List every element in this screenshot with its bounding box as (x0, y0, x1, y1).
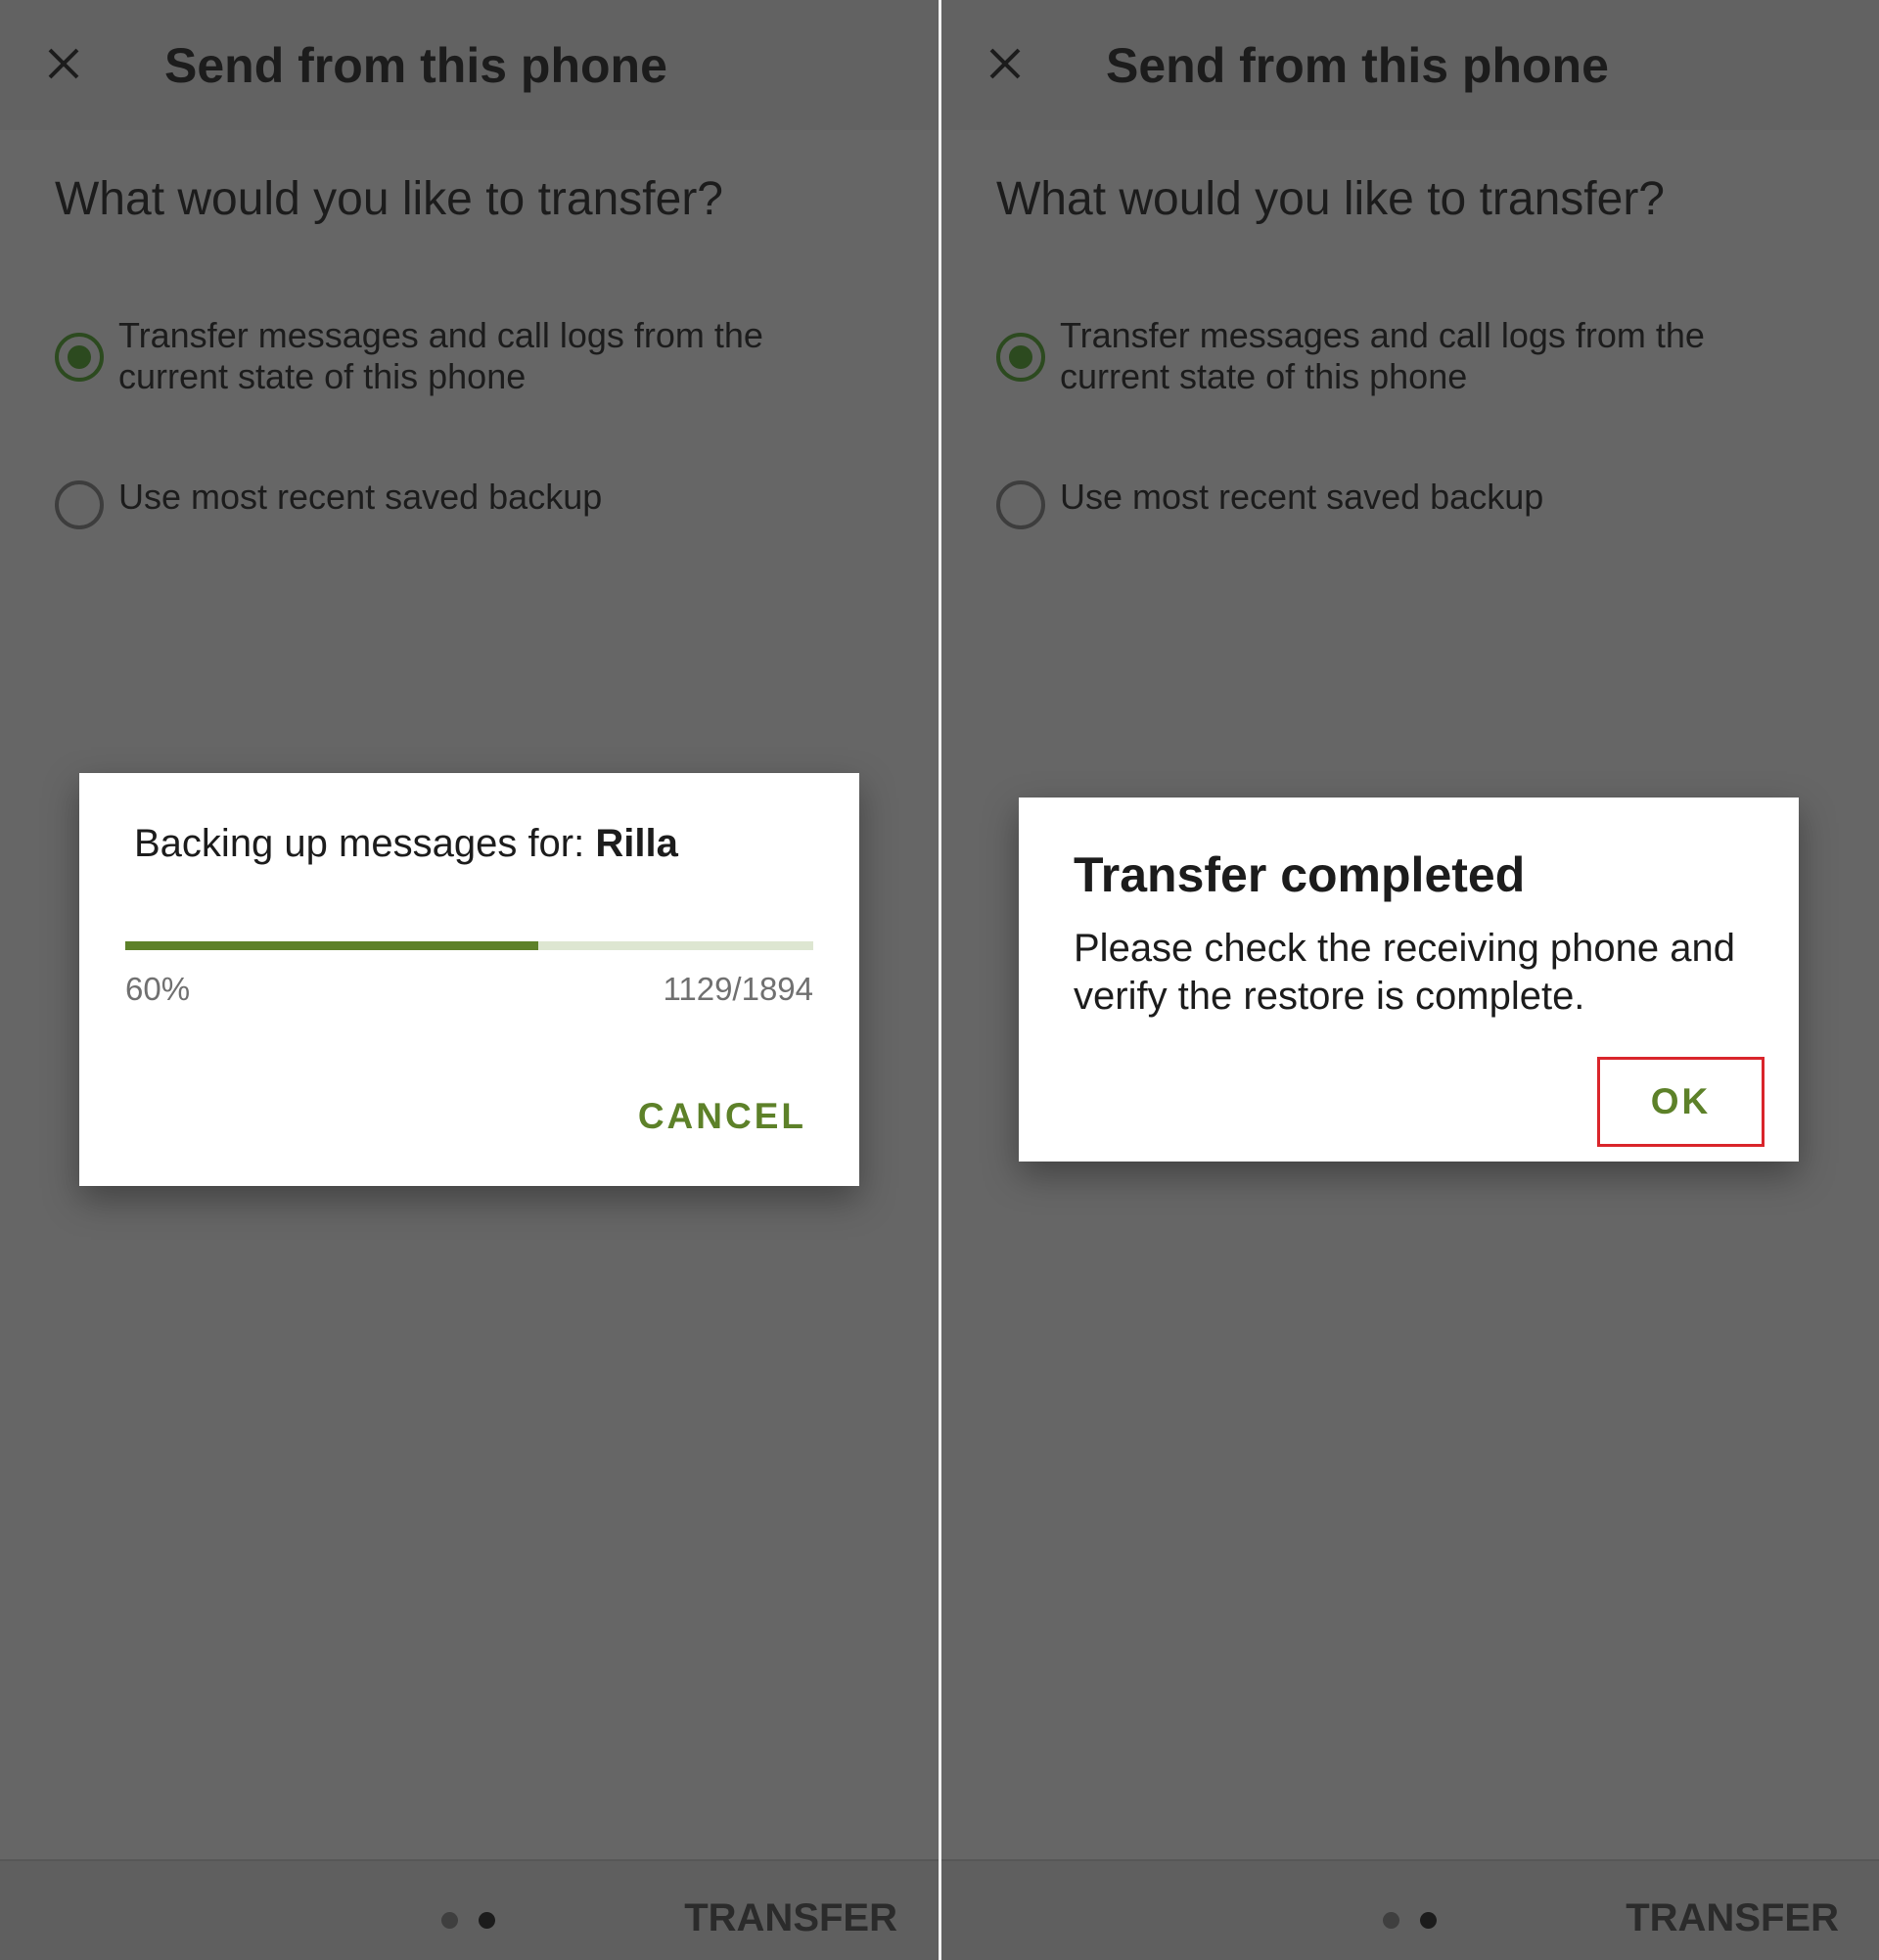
backup-progress-dialog: Backing up messages for: Rilla 60% 1129/… (79, 773, 859, 1186)
bottom-bar: TRANSFER (941, 1859, 1879, 1960)
transfer-question: What would you like to transfer? (55, 173, 723, 225)
page-indicator-dot (441, 1912, 458, 1929)
bottom-bar: TRANSFER (0, 1859, 939, 1960)
ok-button[interactable]: OK (1597, 1057, 1764, 1147)
transfer-question: What would you like to transfer? (996, 173, 1665, 225)
progress-percent: 60% (125, 971, 191, 1007)
transfer-button[interactable]: TRANSFER (1626, 1896, 1839, 1940)
close-icon[interactable] (979, 37, 1031, 90)
page-indicator-dot-active (479, 1912, 495, 1929)
progress-count: 1129/1894 (663, 971, 813, 1007)
close-icon[interactable] (37, 37, 90, 90)
option-label: Transfer messages and call logs from the… (1060, 315, 1705, 396)
page-title: Send from this phone (1106, 38, 1609, 93)
progress-bar-fill (125, 941, 538, 950)
option-label: Use most recent saved backup (1060, 477, 1544, 517)
option-label: Use most recent saved backup (118, 477, 603, 517)
radio-unselected-icon[interactable] (55, 480, 104, 529)
transfer-button[interactable]: TRANSFER (684, 1896, 897, 1940)
radio-unselected-icon[interactable] (996, 480, 1045, 529)
option-saved-backup[interactable]: Use most recent saved backup (996, 477, 1764, 529)
option-saved-backup[interactable]: Use most recent saved backup (55, 477, 823, 529)
cancel-button[interactable]: CANCEL (638, 1096, 806, 1137)
page-indicator-dot-active (1420, 1912, 1437, 1929)
app-bar: Send from this phone (0, 0, 939, 130)
message-prefix: Backing up messages for: (134, 822, 596, 865)
progress-message: Backing up messages for: Rilla (134, 822, 678, 866)
option-current-state[interactable]: Transfer messages and call logs from the… (55, 315, 823, 397)
progress-bar (125, 941, 813, 950)
page-indicator-dot (1383, 1912, 1399, 1929)
option-label: Transfer messages and call logs from the… (118, 315, 763, 396)
screen-backing-up: Send from this phone What would you like… (0, 0, 939, 1960)
dialog-body: Please check the receiving phone and ver… (1074, 927, 1736, 1018)
app-bar: Send from this phone (941, 0, 1879, 130)
transfer-completed-dialog: Transfer completed Please check the rece… (1019, 798, 1799, 1162)
radio-selected-icon[interactable] (55, 333, 104, 382)
option-current-state[interactable]: Transfer messages and call logs from the… (996, 315, 1764, 397)
dialog-title: Transfer completed (1074, 847, 1526, 902)
comparison-stage: Send from this phone What would you like… (0, 0, 1879, 1960)
page-title: Send from this phone (164, 38, 667, 93)
contact-name: Rilla (595, 822, 678, 865)
screen-transfer-completed: Send from this phone What would you like… (941, 0, 1879, 1960)
radio-selected-icon[interactable] (996, 333, 1045, 382)
